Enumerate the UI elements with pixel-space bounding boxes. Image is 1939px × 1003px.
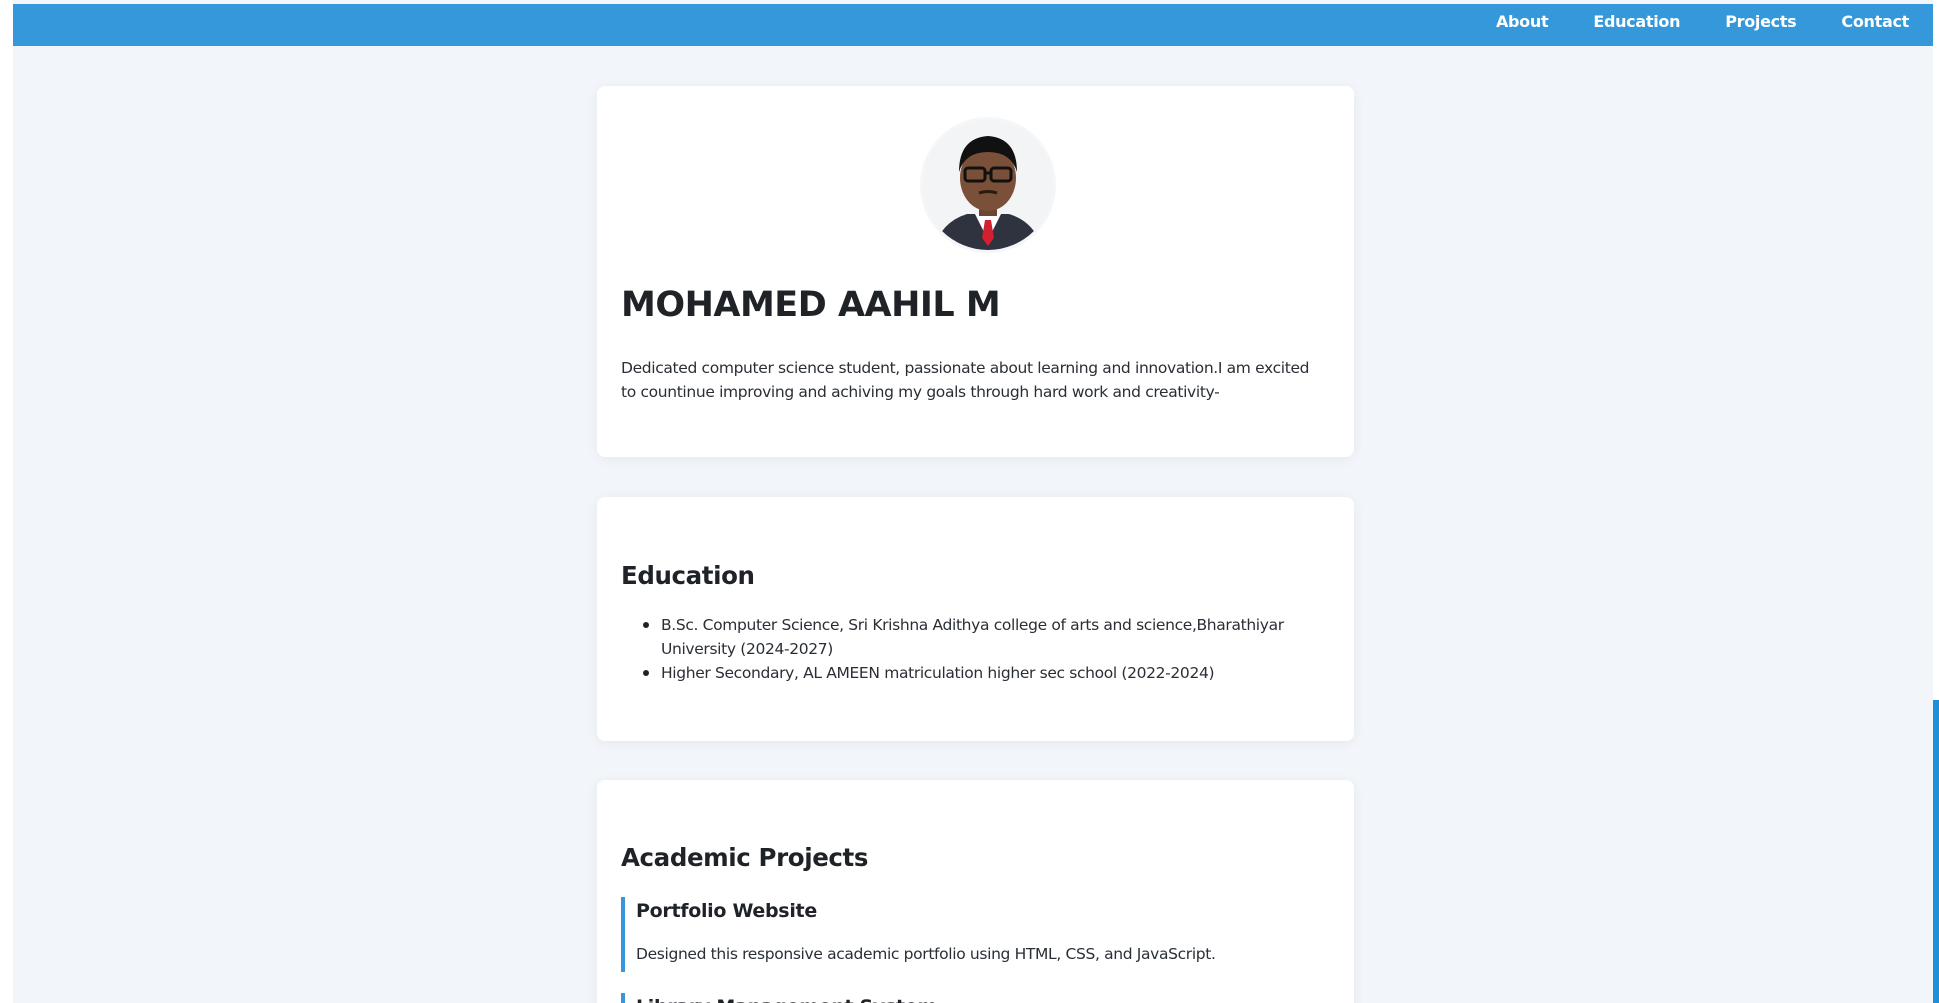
projects-title: Academic Projects — [621, 843, 869, 872]
nav-link-education[interactable]: Education — [1593, 12, 1680, 31]
projects-card: Academic Projects Portfolio Website Desi… — [597, 780, 1354, 1003]
browser-viewport: About Education Projects Contact MOHAMED… — [13, 0, 1933, 1003]
nav-link-about[interactable]: About — [1496, 12, 1549, 31]
profile-bio: Dedicated computer science student, pass… — [621, 359, 1310, 401]
profile-photo — [923, 120, 1053, 250]
project-item: Library Management System — [621, 993, 1336, 1003]
project-name: Library Management System — [636, 993, 1336, 1003]
project-description: Designed this responsive academic portfo… — [636, 945, 1216, 963]
background-window-sliver — [1933, 700, 1939, 1003]
education-item-text: B.Sc. Computer Science, Sri Krishna Adit… — [661, 616, 1284, 658]
nav-link-contact[interactable]: Contact — [1841, 12, 1909, 31]
education-item: B.Sc. Computer Science, Sri Krishna Adit… — [643, 613, 1331, 661]
nav-link-projects[interactable]: Projects — [1725, 12, 1797, 31]
project-item: Portfolio Website Designed this responsi… — [621, 897, 1336, 972]
top-navbar: About Education Projects Contact — [13, 4, 1933, 46]
education-item: Higher Secondary, AL AMEEN matriculation… — [643, 661, 1331, 685]
education-card: Education B.Sc. Computer Science, Sri Kr… — [597, 497, 1354, 741]
nav-links: About Education Projects Contact — [1451, 4, 1933, 38]
project-name: Portfolio Website — [636, 900, 817, 922]
bullet-icon — [643, 622, 649, 628]
bullet-icon — [643, 670, 649, 676]
window-edge — [1933, 0, 1939, 1003]
profile-name: MOHAMED AAHIL M — [621, 285, 1001, 325]
education-list: B.Sc. Computer Science, Sri Krishna Adit… — [643, 613, 1331, 685]
profile-avatar — [923, 120, 1053, 250]
education-item-text: Higher Secondary, AL AMEEN matriculation… — [661, 664, 1215, 682]
about-card: MOHAMED AAHIL M Dedicated computer scien… — [597, 86, 1354, 457]
education-title: Education — [621, 561, 755, 590]
